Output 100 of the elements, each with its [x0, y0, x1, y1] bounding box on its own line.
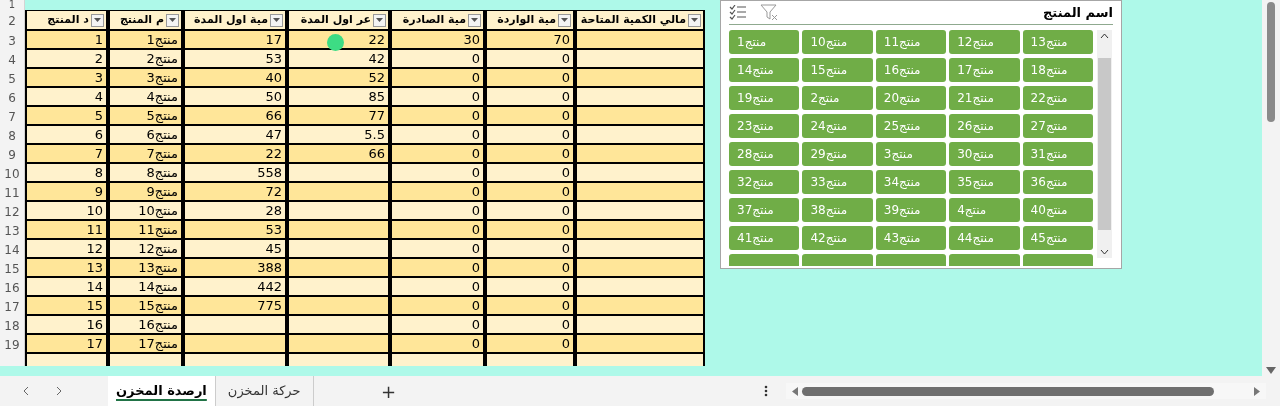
scroll-left-icon[interactable] — [792, 386, 798, 396]
slicer-item[interactable]: منتج18 — [1022, 58, 1093, 82]
scrollbar-thumb[interactable] — [802, 386, 1214, 396]
slicer-item[interactable]: منتج28 — [729, 142, 800, 166]
slicer-item[interactable]: منتج14 — [729, 58, 800, 82]
filter-dropdown-button[interactable] — [166, 13, 179, 27]
row-header[interactable]: 7 — [0, 107, 25, 126]
slicer-item[interactable]: منتج10 — [802, 30, 873, 54]
filter-dropdown-button[interactable] — [270, 13, 283, 27]
filter-dropdown-button[interactable] — [688, 13, 701, 27]
dropdown-arrow-icon — [376, 18, 383, 22]
table-cell: 0 — [390, 240, 485, 259]
column-header-label: مالي الكمية المتاحة — [580, 11, 686, 28]
filter-dropdown-button[interactable] — [468, 13, 481, 27]
slicer-scrollbar[interactable] — [1097, 30, 1112, 258]
row-header[interactable]: 9 — [0, 145, 25, 164]
table-cell: 22 — [183, 145, 287, 164]
table-cell: 0 — [485, 278, 575, 297]
table-cell: 0 — [485, 202, 575, 221]
slicer-item[interactable]: منتج36 — [1022, 170, 1093, 194]
row-header[interactable]: 3 — [0, 31, 25, 50]
slicer-item[interactable]: منتج22 — [1022, 86, 1093, 110]
add-sheet-button[interactable]: + — [378, 377, 399, 405]
slicer-item[interactable]: منتج34 — [875, 170, 947, 194]
table-cell: 442 — [183, 278, 287, 297]
table-cell: 0 — [390, 164, 485, 183]
slicer-item[interactable]: منتج41 — [729, 226, 800, 250]
row-header[interactable]: 8 — [0, 126, 25, 145]
slicer-item[interactable]: منتج4 — [949, 198, 1020, 222]
clear-filter-icon[interactable] — [760, 4, 779, 21]
slicer-item[interactable]: منتج2 — [802, 86, 873, 110]
dropdown-arrow-icon — [561, 18, 568, 22]
slicer-item[interactable]: منتج30 — [949, 142, 1020, 166]
scrollbar-thumb[interactable] — [1267, 2, 1275, 122]
slicer-item[interactable]: منتج37 — [729, 198, 800, 222]
slicer-item[interactable]: منتج16 — [875, 58, 947, 82]
scroll-right-icon[interactable] — [1254, 386, 1260, 396]
table-cell: 0 — [390, 126, 485, 145]
slicer-item[interactable]: منتج44 — [949, 226, 1020, 250]
slicer-item[interactable]: منتج26 — [949, 114, 1020, 138]
slicer-item[interactable]: منتج11 — [875, 30, 947, 54]
slicer-item[interactable]: منتج39 — [875, 198, 947, 222]
slicer-item[interactable]: منتج3 — [875, 142, 947, 166]
row-header[interactable]: 14 — [0, 240, 25, 259]
slicer-item[interactable]: منتج29 — [802, 142, 873, 166]
row-header[interactable]: 1 — [0, 0, 25, 10]
row-header[interactable]: 4 — [0, 50, 25, 69]
filter-dropdown-button[interactable] — [91, 13, 104, 27]
slicer-item[interactable]: منتج21 — [949, 86, 1020, 110]
slicer-item[interactable]: منتج35 — [949, 170, 1020, 194]
slicer-item[interactable]: منتج40 — [1022, 198, 1093, 222]
scroll-down-icon[interactable] — [1100, 249, 1109, 255]
slicer-item[interactable]: منتج45 — [1022, 226, 1093, 250]
previous-sheet-icon[interactable] — [22, 386, 30, 396]
multi-select-icon[interactable] — [729, 5, 746, 20]
slicer-item[interactable]: منتج42 — [802, 226, 873, 250]
horizontal-scrollbar[interactable] — [786, 383, 1266, 399]
slicer-item[interactable]: منتج25 — [875, 114, 947, 138]
scroll-down-icon[interactable] — [1266, 367, 1276, 374]
row-header[interactable]: 18 — [0, 316, 25, 335]
slicer-item[interactable]: منتج24 — [802, 114, 873, 138]
next-sheet-icon[interactable] — [55, 386, 63, 396]
row-header[interactable]: 19 — [0, 335, 25, 354]
table-cell: منتج8 — [108, 164, 183, 183]
slicer-item[interactable]: منتج43 — [875, 226, 947, 250]
row-header[interactable]: 6 — [0, 88, 25, 107]
table-cell: 388 — [183, 259, 287, 278]
slicer-item[interactable]: منتج19 — [729, 86, 800, 110]
row-header[interactable]: 17 — [0, 297, 25, 316]
scrollbar-thumb[interactable] — [1098, 58, 1111, 230]
filter-dropdown-button[interactable] — [558, 13, 571, 27]
row-header[interactable]: 10 — [0, 164, 25, 183]
slicer-item[interactable]: منتج32 — [729, 170, 800, 194]
slicer-item[interactable]: منتج17 — [949, 58, 1020, 82]
filter-dropdown-button[interactable] — [373, 13, 386, 27]
slicer-item[interactable]: منتج33 — [802, 170, 873, 194]
slicer-item[interactable]: منتج38 — [802, 198, 873, 222]
slicer-item[interactable]: منتج1 — [729, 30, 800, 54]
slicer-item[interactable]: منتج12 — [949, 30, 1020, 54]
row-header[interactable]: 16 — [0, 278, 25, 297]
table-cell: 0 — [485, 126, 575, 145]
scroll-up-icon[interactable] — [1100, 33, 1109, 39]
row-header[interactable]: 13 — [0, 221, 25, 240]
slicer-item[interactable]: منتج27 — [1022, 114, 1093, 138]
slicer-item[interactable]: منتج15 — [802, 58, 873, 82]
slicer-item[interactable]: منتج31 — [1022, 142, 1093, 166]
row-header[interactable]: 2 — [0, 10, 25, 31]
table-cell: 0 — [485, 50, 575, 69]
table-cell: منتج6 — [108, 126, 183, 145]
row-header[interactable]: 12 — [0, 202, 25, 221]
slicer-item[interactable]: منتج20 — [875, 86, 947, 110]
slicer-item[interactable]: منتج23 — [729, 114, 800, 138]
table-cell: منتج10 — [108, 202, 183, 221]
row-header[interactable]: 11 — [0, 183, 25, 202]
row-header[interactable]: 15 — [0, 259, 25, 278]
slicer-item[interactable]: منتج13 — [1022, 30, 1093, 54]
more-options-icon[interactable] — [764, 385, 768, 397]
table-cell: 16 — [25, 316, 108, 335]
sheet-tab[interactable]: ارصدة المخزن — [108, 376, 216, 406]
row-header[interactable]: 5 — [0, 69, 25, 88]
